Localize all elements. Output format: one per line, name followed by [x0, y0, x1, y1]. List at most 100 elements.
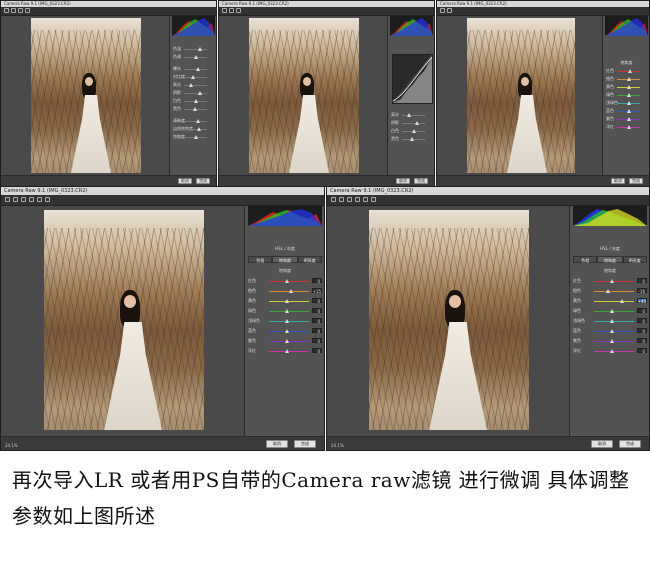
panel-header: HSL / 灰度: [600, 246, 620, 251]
cancel-button[interactable]: 取消: [178, 178, 192, 184]
window-title: Camera Raw 9.1 (IMG_0323.CR2): [327, 187, 649, 195]
slider-label: 蓝色: [573, 328, 581, 333]
zoom-tool-icon[interactable]: [4, 8, 9, 13]
zoom-level[interactable]: 24.1%: [331, 443, 344, 448]
slider-label: 绿色: [573, 308, 581, 313]
slider-value[interactable]: +40: [636, 298, 647, 304]
slider-label: 红色: [248, 278, 256, 283]
adjustment-panel: HSL / 灰度 色相 饱和度 明亮度 饱和度 红色 0 橙色 +15 黄色 0 绿色…: [244, 206, 324, 438]
tab-saturation[interactable]: 饱和度: [272, 256, 298, 263]
slider-value[interactable]: 0: [311, 348, 322, 354]
toolbar: [219, 7, 434, 16]
tab-saturation[interactable]: 饱和度: [597, 256, 623, 263]
tab-hue[interactable]: 色相: [248, 256, 273, 263]
camera-raw-window-bottom-2: Camera Raw 9.1 (IMG_0323.CR2) HSL / 灰度 色…: [326, 186, 650, 451]
tab-luminance[interactable]: 明亮度: [297, 256, 322, 263]
slider-label: 浅绿色: [573, 318, 585, 323]
crop-tool-icon[interactable]: [363, 197, 368, 202]
panel-header: HSL / 灰度: [275, 246, 295, 251]
tab-hue[interactable]: 色相: [573, 256, 598, 263]
slider-value[interactable]: -16: [636, 288, 647, 294]
slider-label: 紫色: [573, 338, 581, 343]
toolbar: [437, 7, 649, 16]
slider-label: 蓝色: [248, 328, 256, 333]
slider-label: 洋红: [573, 348, 581, 353]
slider-label: 红色: [573, 278, 581, 283]
done-button[interactable]: 完成: [196, 178, 210, 184]
slider-value[interactable]: 0: [636, 338, 647, 344]
hand-tool-icon[interactable]: [447, 8, 452, 13]
slider-label: 橙色: [573, 288, 581, 293]
zoom-tool-icon[interactable]: [5, 197, 10, 202]
cancel-button[interactable]: 取消: [396, 178, 410, 184]
zoom-tool-icon[interactable]: [440, 8, 445, 13]
adjustment-panel: 高光 阴影 白色 黑色: [387, 16, 434, 178]
hand-tool-icon[interactable]: [339, 197, 344, 202]
preview-photo: [44, 210, 204, 430]
tone-curve-graph[interactable]: [392, 54, 433, 104]
adjustment-panel: HSL / 灰度 色相 饱和度 明亮度 饱和度 红色 0 橙色 -16 黄色 +40 …: [569, 206, 649, 438]
toolbar: [1, 7, 216, 16]
white-balance-tool-icon[interactable]: [236, 8, 241, 13]
slider-value[interactable]: 0: [636, 328, 647, 334]
image-canvas[interactable]: [1, 206, 244, 438]
slider-label: 黑色: [391, 136, 399, 141]
white-balance-tool-icon[interactable]: [18, 8, 23, 13]
slider-value[interactable]: 0: [311, 318, 322, 324]
slider-value[interactable]: 0: [311, 338, 322, 344]
slider-value[interactable]: 0: [311, 308, 322, 314]
slider-value[interactable]: 0: [636, 308, 647, 314]
slider-label: 阴影: [391, 120, 399, 125]
color-sampler-tool-icon[interactable]: [355, 197, 360, 202]
adjustment-panel: 色温 色调 曝光 对比度 高光 阴影 白色 黑色 清晰度 自然饱和度 饱和度: [169, 16, 216, 178]
hand-tool-icon[interactable]: [11, 8, 16, 13]
slider-value[interactable]: 0: [636, 348, 647, 354]
slider-label: 清晰度: [173, 118, 185, 123]
subject-figure: [71, 73, 111, 173]
slider-value[interactable]: +15: [311, 288, 322, 294]
done-button[interactable]: 完成: [629, 178, 643, 184]
tab-luminance[interactable]: 明亮度: [622, 256, 647, 263]
slider-label: 高光: [391, 112, 399, 117]
slider-value[interactable]: 0: [311, 328, 322, 334]
image-canvas[interactable]: [1, 16, 169, 178]
slider-label: 黄色: [606, 84, 614, 89]
zoom-level[interactable]: 24.1%: [5, 443, 18, 448]
crop-tool-icon[interactable]: [37, 197, 42, 202]
straighten-tool-icon[interactable]: [45, 197, 50, 202]
cancel-button[interactable]: 取消: [266, 440, 288, 448]
slider-value[interactable]: 0: [636, 278, 647, 284]
hand-tool-icon[interactable]: [13, 197, 18, 202]
zoom-tool-icon[interactable]: [331, 197, 336, 202]
image-canvas[interactable]: [437, 16, 602, 178]
slider-value[interactable]: 0: [636, 318, 647, 324]
crop-tool-icon[interactable]: [25, 8, 30, 13]
toolbar: [1, 195, 324, 206]
histogram: [605, 16, 648, 36]
slider-value[interactable]: 0: [311, 298, 322, 304]
subject-figure: [429, 290, 487, 430]
done-button[interactable]: 完成: [619, 440, 641, 448]
color-sampler-tool-icon[interactable]: [29, 197, 34, 202]
camera-raw-window-top-2: Camera Raw 9.1 (IMG_0323.CR2) 高光 阴影 白色 黑…: [218, 0, 435, 187]
white-balance-tool-icon[interactable]: [347, 197, 352, 202]
slider-label: 黄色: [248, 298, 256, 303]
done-button[interactable]: 完成: [414, 178, 428, 184]
straighten-tool-icon[interactable]: [371, 197, 376, 202]
white-balance-tool-icon[interactable]: [21, 197, 26, 202]
hand-tool-icon[interactable]: [229, 8, 234, 13]
done-button[interactable]: 完成: [294, 440, 316, 448]
preview-photo: [249, 18, 359, 173]
cancel-button[interactable]: 取消: [591, 440, 613, 448]
slider-label: 绿色: [248, 308, 256, 313]
slider-value[interactable]: 0: [311, 278, 322, 284]
image-canvas[interactable]: [327, 206, 569, 438]
image-canvas[interactable]: [219, 16, 387, 178]
slider-label: 饱和度: [173, 134, 185, 139]
cancel-button[interactable]: 取消: [611, 178, 625, 184]
window-footer: 取消 完成: [1, 175, 216, 186]
camera-raw-window-top-1: Camera Raw 9.1 (IMG_0323.CR2) 色温 色调 曝光 对: [0, 0, 217, 187]
caption-text: 再次导入LR 或者用PS自带的Camera raw滤镜 进行微调 具体调整参数如…: [12, 468, 630, 528]
window-title: Camera Raw 9.1 (IMG_0323.CR2): [1, 187, 324, 195]
zoom-tool-icon[interactable]: [222, 8, 227, 13]
